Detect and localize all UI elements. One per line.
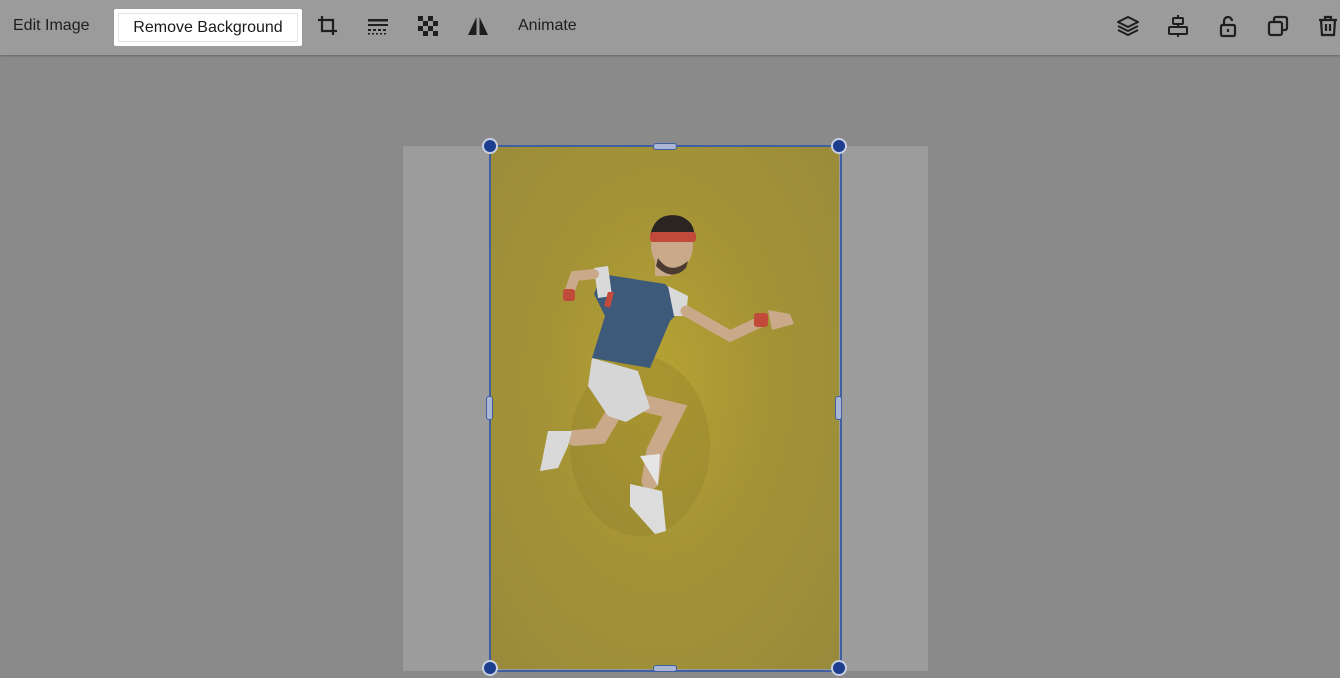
- crop-button[interactable]: [315, 13, 341, 39]
- trash-icon: [1319, 15, 1337, 37]
- resize-handle-bottom-left[interactable]: [482, 660, 498, 676]
- resize-handle-top-right[interactable]: [831, 138, 847, 154]
- animate-button[interactable]: Animate: [518, 17, 577, 35]
- resize-handle-bottom[interactable]: [653, 665, 677, 672]
- resize-handle-top-left[interactable]: [482, 138, 498, 154]
- resize-handle-right[interactable]: [835, 396, 842, 420]
- crop-icon: [318, 16, 337, 35]
- layers-button[interactable]: [1115, 13, 1141, 39]
- flip-button[interactable]: [465, 13, 491, 39]
- delete-button[interactable]: [1315, 13, 1340, 39]
- remove-background-button[interactable]: Remove Background: [114, 9, 302, 46]
- image-toolbar: Edit Image Remove Background Animate: [0, 0, 1340, 55]
- resize-handle-left[interactable]: [486, 396, 493, 420]
- duplicate-icon: [1267, 15, 1289, 37]
- adjust-icon: [368, 19, 388, 35]
- transparency-button[interactable]: [415, 13, 441, 39]
- lock-button[interactable]: [1215, 13, 1241, 39]
- align-icon: [1168, 15, 1188, 37]
- flip-icon: [468, 17, 488, 35]
- remove-background-label: Remove Background: [133, 18, 283, 36]
- edit-image-button[interactable]: Edit Image: [13, 17, 89, 35]
- transparency-icon: [418, 16, 438, 36]
- jumping-runner-illustration: [540, 215, 794, 536]
- unlock-icon: [1219, 15, 1237, 38]
- duplicate-button[interactable]: [1265, 13, 1291, 39]
- selected-photo[interactable]: [490, 146, 839, 669]
- adjust-button[interactable]: [365, 13, 391, 39]
- resize-handle-top[interactable]: [653, 143, 677, 150]
- layers-icon: [1117, 16, 1139, 36]
- align-button[interactable]: [1165, 13, 1191, 39]
- resize-handle-bottom-right[interactable]: [831, 660, 847, 676]
